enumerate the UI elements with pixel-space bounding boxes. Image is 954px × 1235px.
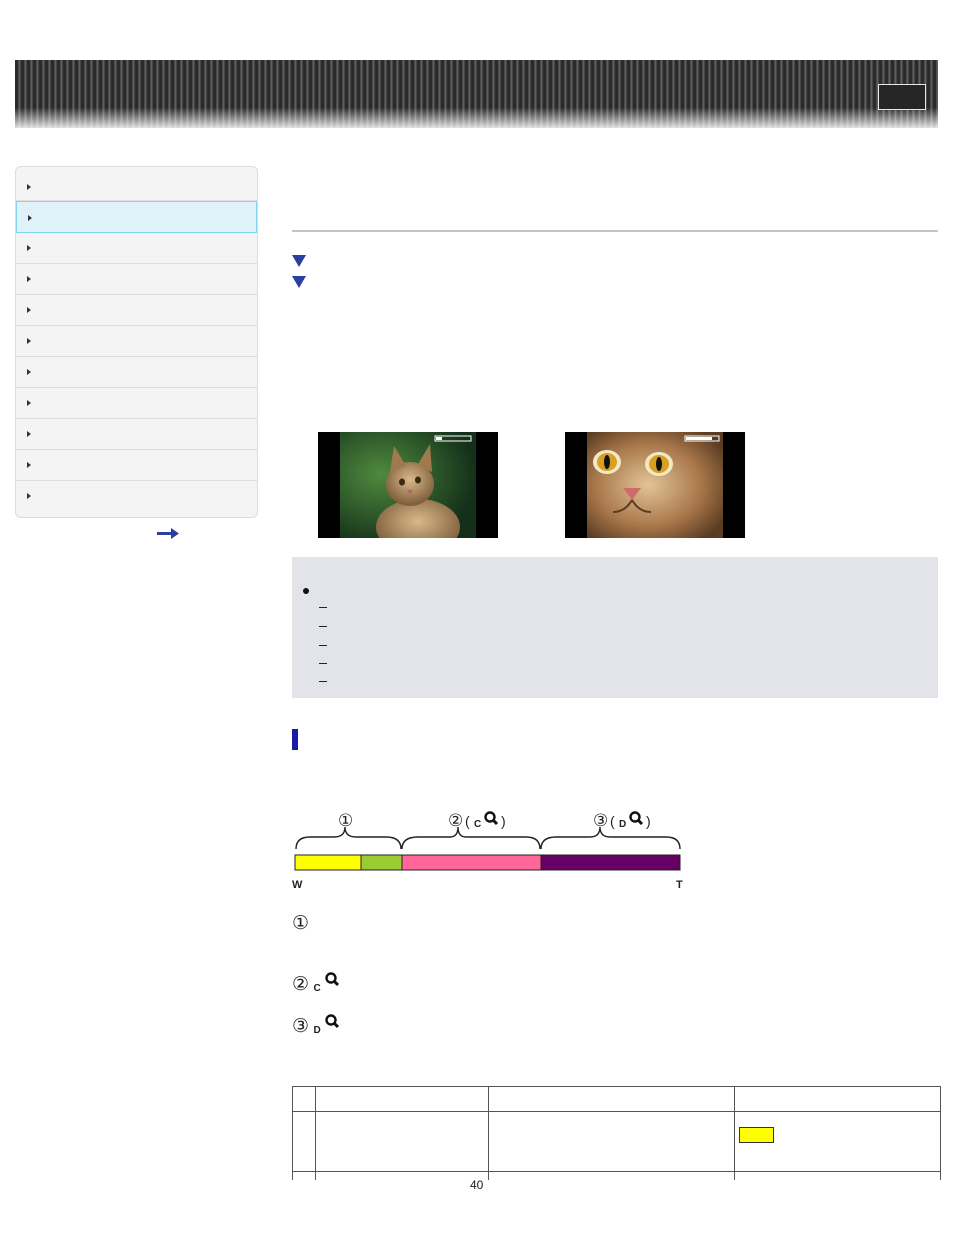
cat-photo-tele — [565, 432, 745, 538]
table-cell — [488, 1111, 735, 1172]
dash-marker — [319, 645, 327, 646]
zoom-scale-diagram: ① ② ( C ) ③ ( D ) W T — [292, 811, 683, 891]
caret-right-icon — [27, 307, 31, 313]
table-cell — [292, 1111, 316, 1172]
legend-number: ② — [292, 973, 310, 995]
brace-2 — [401, 826, 541, 850]
sidebar-item-8[interactable] — [16, 388, 257, 419]
sidebar-item-10[interactable] — [16, 450, 257, 481]
table-header-cell — [292, 1086, 316, 1112]
segment-2-prefix: C — [474, 819, 481, 830]
caret-right-icon — [27, 462, 31, 468]
caret-right-icon — [28, 215, 32, 221]
bullet-icon — [303, 588, 309, 594]
top-page-button[interactable] — [878, 84, 926, 110]
legend-number: ③ — [292, 1015, 310, 1037]
caret-right-icon — [27, 276, 31, 282]
bar-segment-pink — [401, 854, 542, 871]
sidebar-item-4[interactable] — [16, 264, 257, 295]
sidebar-item-3[interactable] — [16, 233, 257, 264]
title-divider — [292, 230, 938, 232]
bar-segment-yellow — [294, 854, 362, 871]
table-header-cell — [488, 1086, 735, 1112]
table-cell — [734, 1171, 941, 1180]
table-header-cell — [734, 1086, 941, 1112]
dash-marker — [319, 663, 327, 664]
segment-1-number: ① — [338, 811, 353, 831]
legend-prefix: C — [313, 983, 321, 994]
sidebar-nav — [15, 166, 258, 518]
caret-right-icon — [27, 431, 31, 437]
caret-right-icon — [27, 400, 31, 406]
dash-marker — [319, 607, 327, 608]
tele-label: T — [676, 879, 683, 891]
segment-2-number: ② — [448, 811, 463, 831]
caret-right-icon — [27, 369, 31, 375]
paren-open: ( — [610, 813, 615, 829]
bar-segment-green — [360, 854, 403, 871]
caret-right-icon — [27, 245, 31, 251]
table-header-cell — [315, 1086, 489, 1112]
bar-segment-purple — [540, 854, 681, 871]
page-number: 40 — [470, 1178, 484, 1192]
cat-closeup-image — [587, 432, 723, 538]
sidebar-item-7[interactable] — [16, 357, 257, 388]
caret-right-icon — [27, 493, 31, 499]
legend-number: ① — [292, 912, 310, 934]
table-cell — [734, 1111, 941, 1172]
sidebar-item-11[interactable] — [16, 481, 257, 512]
legend-prefix: D — [313, 1025, 321, 1036]
sidebar-item-1[interactable] — [16, 167, 257, 201]
legend-item-3: ③ D — [292, 1014, 341, 1037]
dash-marker — [319, 681, 327, 682]
legend-item-2: ② C — [292, 972, 341, 995]
table-cell — [488, 1171, 735, 1180]
magnifier-icon — [484, 811, 499, 826]
magnifier-icon — [325, 1014, 340, 1029]
sidebar-item-9[interactable] — [16, 419, 257, 450]
dash-marker — [319, 626, 327, 627]
note-box — [292, 557, 938, 698]
segment-3-prefix: D — [619, 819, 626, 830]
legend-item-1: ① — [292, 912, 309, 934]
table-cell — [315, 1171, 489, 1180]
table-cell — [292, 1171, 316, 1180]
jump-down-icon[interactable] — [292, 255, 306, 267]
segment-3-number: ③ — [593, 811, 608, 831]
sidebar-item-5[interactable] — [16, 295, 257, 326]
spec-table — [292, 1086, 941, 1180]
sidebar-item-2[interactable] — [16, 201, 257, 233]
arrow-right-icon[interactable] — [157, 528, 179, 540]
paren-open: ( — [465, 813, 470, 829]
caret-right-icon — [27, 338, 31, 344]
header-banner — [15, 60, 938, 128]
jump-down-icon[interactable] — [292, 276, 306, 288]
magnifier-icon — [629, 811, 644, 826]
cat-photo-wide — [318, 432, 498, 538]
paren-close: ) — [501, 813, 506, 829]
magnifier-icon — [325, 972, 340, 987]
wide-label: W — [292, 879, 303, 891]
paren-close: ) — [646, 813, 651, 829]
section-heading-bar — [292, 729, 298, 750]
caret-right-icon — [27, 184, 31, 190]
yellow-range-swatch — [739, 1126, 774, 1143]
cat-image — [340, 432, 476, 538]
sidebar-item-6[interactable] — [16, 326, 257, 357]
brace-3 — [540, 826, 681, 850]
table-cell — [315, 1111, 489, 1172]
